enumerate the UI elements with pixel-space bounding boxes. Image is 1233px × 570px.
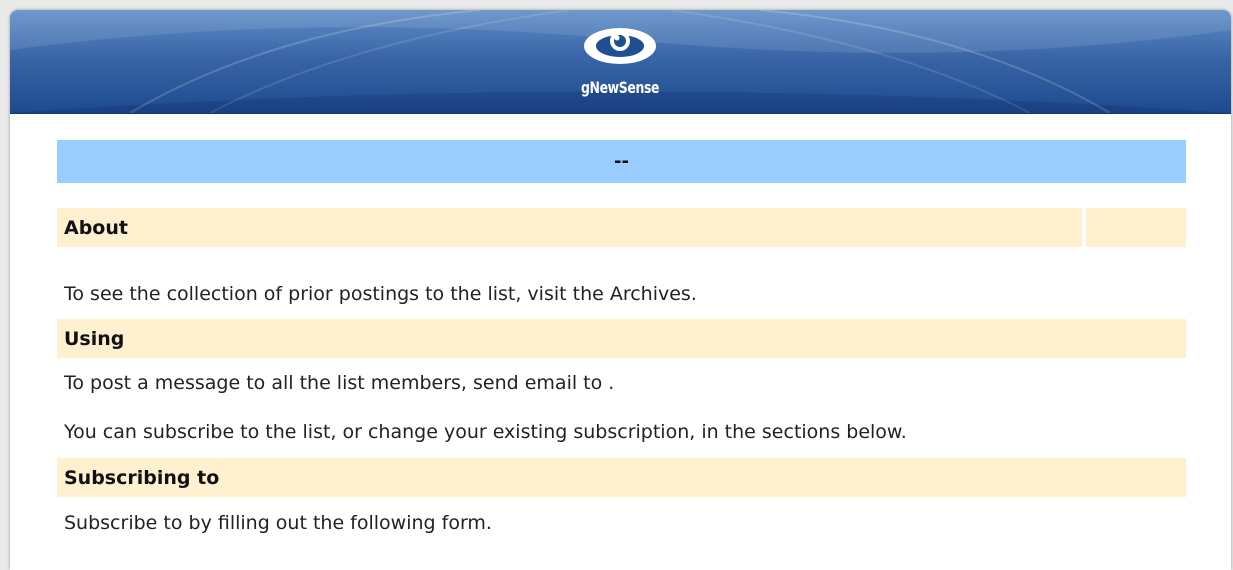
about-side-heading	[1086, 208, 1186, 247]
listinfo-content: -- About To see the collection of prior …	[57, 140, 1186, 534]
site-banner: gNewSense	[10, 10, 1231, 114]
about-heading: About	[57, 208, 1082, 247]
about-section-header: About	[57, 208, 1186, 247]
subscribing-section-header: Subscribing to	[57, 458, 1186, 497]
subscribe-intro-text: You can subscribe to the list, or change…	[64, 421, 907, 443]
gnewsense-logo[interactable]: gNewSense	[570, 24, 670, 104]
using-heading: Using	[57, 319, 1186, 358]
post-instructions-text: To post a message to all the list member…	[64, 372, 615, 394]
using-section-header: Using	[57, 319, 1186, 358]
subscribe-form-text: Subscribe to by filling out the followin…	[64, 512, 492, 534]
eye-logo-icon	[584, 28, 656, 64]
subscribing-heading: Subscribing to	[57, 458, 1186, 497]
logo-wordmark: gNewSense	[581, 78, 660, 97]
list-title-bar: --	[57, 140, 1186, 183]
page-frame: gNewSense -- About To see the collection…	[10, 10, 1231, 570]
archives-text: To see the collection of prior postings …	[64, 283, 697, 305]
